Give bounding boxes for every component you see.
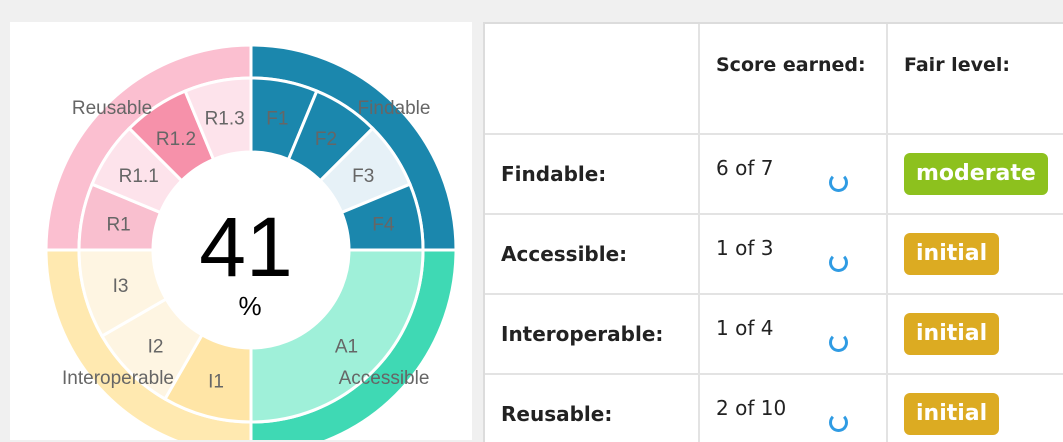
loading-spinner-icon <box>829 173 848 192</box>
row-label: Accessible: <box>485 214 700 295</box>
table-row-findable: Findable: 6 of 7 moderate <box>485 134 1063 215</box>
inner-label-r1: R1 <box>106 215 130 236</box>
inner-label-i3: I3 <box>113 276 129 297</box>
inner-label-f1: F1 <box>266 109 288 130</box>
fair-level-badge: initial <box>904 233 1000 275</box>
inner-label-i1: I1 <box>208 371 224 392</box>
score-value: 1 of 3 <box>716 236 774 260</box>
row-label: Reusable: <box>485 374 700 442</box>
score-cell: 1 of 3 <box>699 214 888 295</box>
fair-level-badge: moderate <box>904 153 1048 195</box>
fair-level-badge: initial <box>904 313 1000 355</box>
level-cell: initial <box>887 294 1063 375</box>
level-cell: moderate <box>887 134 1063 215</box>
inner-label-r1-1: R1.1 <box>119 166 159 187</box>
fair-score-table: Score earned: Fair level: Findable: 6 of… <box>485 24 1063 442</box>
fair-chart-panel: F1 F2 F3 F4 A1 I1 I2 I3 R1 R1.1 R1.2 R1.3 Findable Ac… <box>10 22 472 440</box>
outer-label-accessible: Accessible <box>339 368 430 389</box>
score-cell: 6 of 7 <box>699 134 888 215</box>
level-cell: initial <box>887 214 1063 295</box>
table-header-row: Score earned: Fair level: <box>485 24 1063 135</box>
inner-label-a1: A1 <box>335 336 358 357</box>
loading-spinner-icon <box>829 413 848 432</box>
row-label: Findable: <box>485 134 700 215</box>
outer-label-reusable: Reusable <box>72 98 152 119</box>
inner-label-f3: F3 <box>352 166 374 187</box>
header-fair-level: Fair level: <box>887 24 1063 135</box>
row-label: Interoperable: <box>485 294 700 375</box>
level-cell: initial <box>887 374 1063 442</box>
inner-label-f4: F4 <box>372 215 395 236</box>
table-row-accessible: Accessible: 1 of 3 initial <box>485 214 1063 295</box>
inner-label-f2: F2 <box>315 129 337 150</box>
score-value: 2 of 10 <box>716 396 787 420</box>
loading-spinner-icon <box>829 333 848 352</box>
center-score: 41 <box>199 200 292 294</box>
score-value: 1 of 4 <box>716 316 774 340</box>
loading-spinner-icon <box>829 253 848 272</box>
header-category <box>485 24 700 135</box>
score-value: 6 of 7 <box>716 156 774 180</box>
fair-level-badge: initial <box>904 393 1000 435</box>
fair-score-donut-chart: F1 F2 F3 F4 A1 I1 I2 I3 R1 R1.1 R1.2 R1.3 Findable Ac… <box>44 43 458 440</box>
table-row-interoperable: Interoperable: 1 of 4 initial <box>485 294 1063 375</box>
outer-label-interoperable: Interoperable <box>62 368 174 389</box>
table-row-reusable: Reusable: 2 of 10 initial <box>485 374 1063 442</box>
fair-score-table-panel: Score earned: Fair level: Findable: 6 of… <box>483 22 1063 442</box>
score-cell: 1 of 4 <box>699 294 888 375</box>
inner-label-r1-3: R1.3 <box>205 109 245 130</box>
inner-label-r1-2: R1.2 <box>156 129 196 150</box>
score-cell: 2 of 10 <box>699 374 888 442</box>
center-unit: % <box>238 291 261 321</box>
inner-label-i2: I2 <box>148 336 164 357</box>
outer-label-findable: Findable <box>358 98 431 119</box>
header-score-earned: Score earned: <box>699 24 888 135</box>
